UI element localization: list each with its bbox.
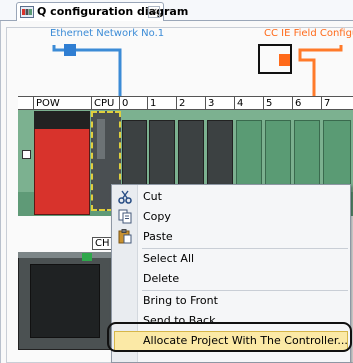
callout-highlight-box [107, 322, 352, 352]
menu-item-delete[interactable]: Delete [143, 270, 179, 288]
slot-label-7: 7 [321, 97, 353, 110]
ethernet-port-node[interactable] [64, 44, 76, 56]
menu-item-copy[interactable]: Copy [143, 208, 171, 226]
menu-item-cut[interactable]: Cut [143, 188, 162, 206]
slot-label-5: 5 [263, 97, 292, 110]
menu-separator [142, 248, 348, 249]
slot-label-4: 4 [234, 97, 263, 110]
lower-unit-indicator [82, 253, 92, 261]
menu-item-paste[interactable]: Paste [143, 228, 173, 246]
menu-separator [142, 290, 348, 291]
cpu-detail [97, 119, 105, 159]
lower-unit-screen [30, 264, 100, 338]
slot-label-3: 3 [205, 97, 234, 110]
slot-label-2: 2 [176, 97, 205, 110]
rack-connector [22, 150, 31, 159]
lower-unit-top [18, 252, 112, 258]
cc-ie-node-highlight-box [258, 44, 292, 74]
ch-tag: CH [92, 237, 113, 250]
slot-label-cpu: CPU [91, 97, 119, 110]
copy-icon [118, 209, 132, 224]
power-module-top [34, 111, 90, 129]
slot-label-0: 0 [119, 97, 147, 110]
slot-label-pow: POW [33, 97, 91, 110]
scissors-icon [118, 190, 132, 204]
menu-item-select-all[interactable]: Select All [143, 250, 194, 268]
paste-icon [118, 229, 132, 244]
slot-label-6: 6 [292, 97, 321, 110]
menu-item-bring-to-front[interactable]: Bring to Front [143, 292, 218, 310]
slot-label-1: 1 [147, 97, 176, 110]
